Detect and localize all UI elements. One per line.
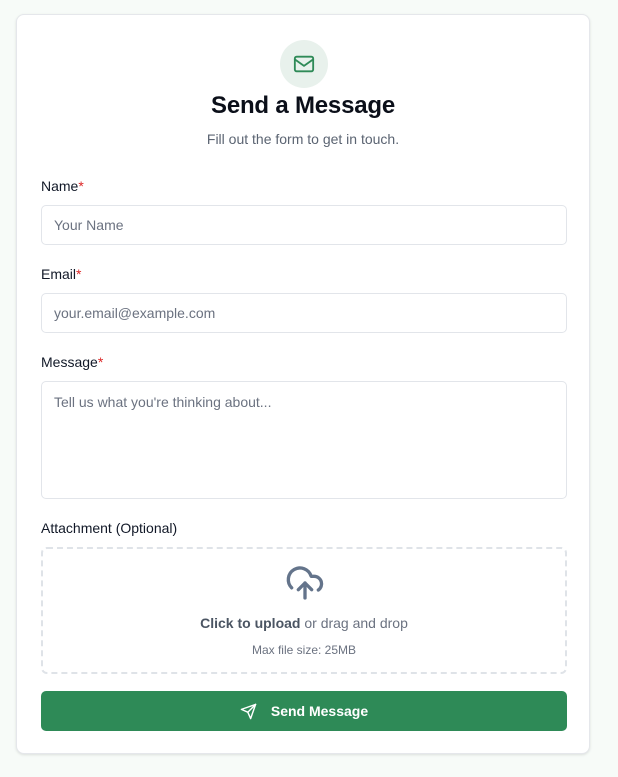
message-textarea[interactable] <box>41 381 567 499</box>
required-marker: * <box>78 178 84 194</box>
message-label: Message* <box>41 354 103 370</box>
header-icon-circle <box>280 40 328 88</box>
email-label-text: Email <box>41 266 77 282</box>
max-file-size-hint: Max file size: 25MB <box>251 643 357 657</box>
required-marker: * <box>76 266 82 282</box>
contact-form-card: Send a Message Fill out the form to get … <box>16 14 590 754</box>
message-label-text: Message <box>41 354 98 370</box>
name-label-text: Name <box>41 178 79 194</box>
attachment-label: Attachment (Optional) <box>41 520 178 536</box>
dropzone-text: Click to upload or drag and drop <box>43 615 565 631</box>
cloud-upload-icon <box>286 566 324 600</box>
required-marker: * <box>97 354 104 370</box>
file-dropzone[interactable]: Click to upload or drag and drop Max fil… <box>41 547 567 674</box>
send-message-button[interactable]: Send Message <box>41 691 567 731</box>
name-label: Name* <box>41 178 84 194</box>
form-subtitle: Fill out the form to get in touch. <box>206 131 400 147</box>
email-input[interactable] <box>41 293 567 333</box>
drag-drop-text: or drag and drop <box>300 615 408 631</box>
send-icon <box>240 703 257 719</box>
email-label: Email* <box>41 266 81 282</box>
send-message-label: Send Message <box>270 703 369 719</box>
mail-icon <box>293 55 315 73</box>
name-input[interactable] <box>41 205 567 245</box>
form-title: Send a Message <box>211 92 395 119</box>
click-to-upload-text[interactable]: Click to upload <box>200 615 300 631</box>
